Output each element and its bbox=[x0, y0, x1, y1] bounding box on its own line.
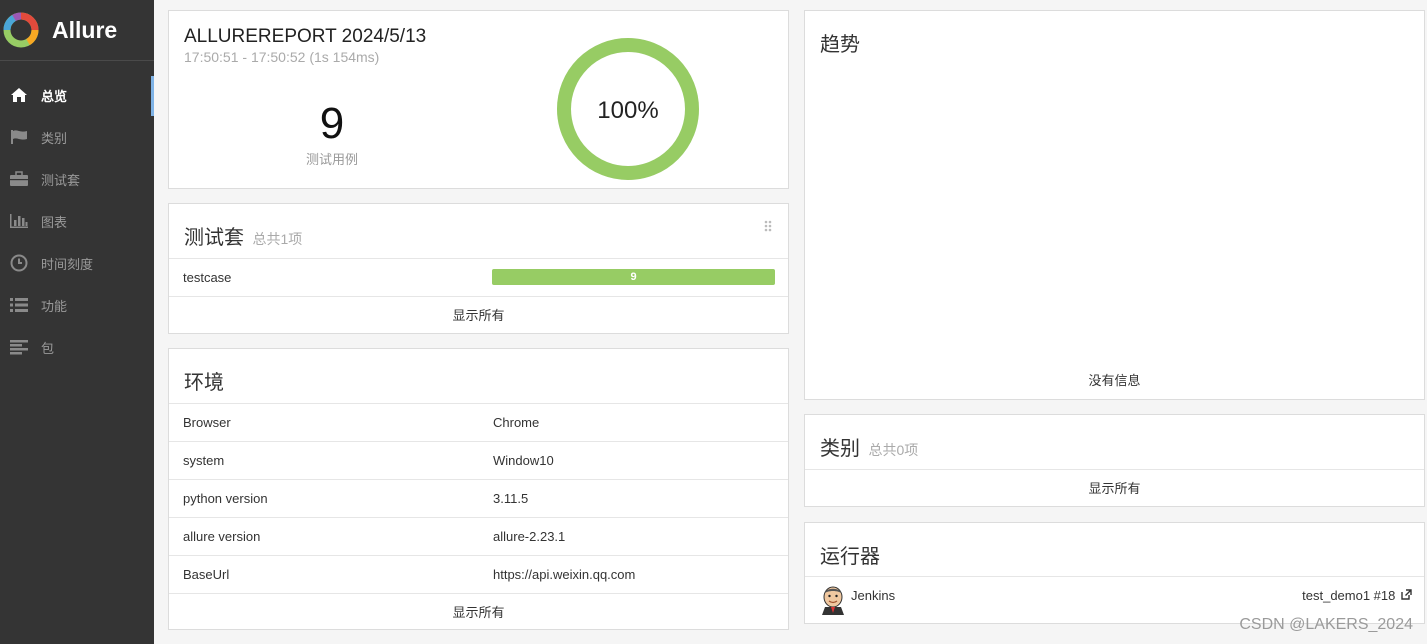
sidebar-item-label: 类别 bbox=[41, 130, 68, 146]
list-icon bbox=[9, 296, 29, 314]
suites-title: 测试套 bbox=[184, 227, 244, 249]
bar-chart-icon bbox=[9, 212, 29, 230]
drag-handle-icon[interactable] bbox=[764, 220, 772, 232]
suites-widget: 测试套 总共1项 testcase 9 显示所有 bbox=[168, 203, 789, 334]
sidebar-nav: 总览 类别 测试套 图表 时间刻度 功能 包 bbox=[0, 74, 154, 368]
suites-show-all-button[interactable]: 显示所有 bbox=[169, 296, 788, 335]
sidebar-item-label: 测试套 bbox=[41, 172, 81, 188]
external-link-icon bbox=[1401, 589, 1412, 600]
pass-rate-ring: 100% bbox=[557, 38, 699, 180]
env-value: Chrome bbox=[493, 415, 540, 430]
pass-rate-text: 100% bbox=[597, 97, 658, 124]
env-row: BaseUrl https://api.weixin.qq.com bbox=[169, 555, 788, 593]
categories-widget: 类别 总共0项 显示所有 bbox=[804, 414, 1425, 507]
suites-header: 测试套 总共1项 bbox=[184, 221, 302, 250]
env-key: python version bbox=[183, 491, 268, 506]
sidebar-item-behaviors[interactable]: 功能 bbox=[0, 284, 154, 326]
categories-header: 类别 总共0项 bbox=[820, 432, 918, 461]
sidebar-item-timeline[interactable]: 时间刻度 bbox=[0, 242, 154, 284]
trend-empty-text: 没有信息 bbox=[1088, 373, 1141, 388]
allure-logo-icon bbox=[3, 12, 39, 48]
environment-show-all-button[interactable]: 显示所有 bbox=[169, 593, 788, 631]
jenkins-avatar-icon bbox=[822, 586, 844, 615]
brand[interactable]: Allure bbox=[0, 0, 154, 61]
categories-title: 类别 bbox=[820, 438, 860, 460]
suites-subtitle: 总共1项 bbox=[252, 231, 303, 247]
trend-widget: 趋势 没有信息 bbox=[804, 10, 1425, 400]
suite-bar-fill: 9 bbox=[492, 269, 775, 285]
sidebar-item-label: 功能 bbox=[41, 298, 68, 314]
env-value: Window10 bbox=[493, 453, 554, 468]
env-key: Browser bbox=[183, 415, 231, 430]
report-title: ALLUREREPORT 2024/5/13 bbox=[184, 26, 427, 47]
sidebar-item-label: 时间刻度 bbox=[41, 256, 94, 272]
env-row: Browser Chrome bbox=[169, 403, 788, 441]
test-count-label: 测试用例 bbox=[305, 152, 358, 167]
home-icon bbox=[9, 86, 29, 104]
executors-widget: 运行器 Jenkins test_demo1 #18 bbox=[804, 522, 1425, 624]
sidebar-item-categories[interactable]: 类别 bbox=[0, 116, 154, 158]
sidebar-item-graphs[interactable]: 图表 bbox=[0, 200, 154, 242]
env-value: allure-2.23.1 bbox=[493, 529, 566, 544]
env-value: https://api.weixin.qq.com bbox=[493, 567, 636, 582]
sidebar-item-label: 包 bbox=[41, 340, 55, 356]
env-row: allure version allure-2.23.1 bbox=[169, 517, 788, 555]
executor-build: test_demo1 #18 bbox=[1302, 588, 1396, 603]
categories-show-all-button[interactable]: 显示所有 bbox=[805, 469, 1424, 508]
trend-title: 趋势 bbox=[820, 34, 860, 56]
env-key: BaseUrl bbox=[183, 567, 230, 582]
summary-widget: ALLUREREPORT 2024/5/13 17:50:51 - 17:50:… bbox=[168, 10, 789, 189]
env-row: python version 3.11.5 bbox=[169, 479, 788, 517]
suite-bar-count: 9 bbox=[630, 271, 637, 283]
flag-icon bbox=[9, 128, 29, 146]
briefcase-icon bbox=[9, 170, 29, 188]
categories-subtitle: 总共0项 bbox=[868, 442, 919, 458]
suite-row[interactable]: testcase 9 bbox=[169, 258, 788, 296]
environment-widget: 环境 Browser Chrome system Window10 python… bbox=[168, 348, 789, 630]
sidebar-item-label: 图表 bbox=[41, 214, 68, 230]
env-key: system bbox=[183, 453, 225, 468]
clock-icon bbox=[9, 254, 29, 272]
suite-name: testcase bbox=[183, 270, 232, 285]
suite-bar-track: 9 bbox=[492, 269, 775, 285]
sidebar: Allure 总览 类别 测试套 图表 时间刻度 功能 包 bbox=[0, 0, 154, 644]
executor-build-link[interactable]: test_demo1 #18 bbox=[1302, 588, 1412, 603]
env-key: allure version bbox=[183, 529, 261, 544]
env-value: 3.11.5 bbox=[493, 491, 529, 506]
executor-name: Jenkins bbox=[851, 588, 896, 603]
watermark: CSDN @LAKERS_2024 bbox=[1239, 616, 1413, 633]
sidebar-item-overview[interactable]: 总览 bbox=[0, 74, 154, 116]
environment-title: 环境 bbox=[184, 372, 224, 394]
env-row: system Window10 bbox=[169, 441, 788, 479]
test-count: 9 bbox=[319, 99, 345, 148]
executors-title: 运行器 bbox=[820, 546, 880, 568]
brand-name: Allure bbox=[52, 16, 118, 43]
sidebar-item-packages[interactable]: 包 bbox=[0, 326, 154, 368]
sidebar-item-label: 总览 bbox=[41, 88, 68, 104]
align-left-icon bbox=[9, 338, 29, 356]
report-time-range: 17:50:51 - 17:50:52 (1s 154ms) bbox=[184, 49, 380, 65]
sidebar-item-suites[interactable]: 测试套 bbox=[0, 158, 154, 200]
